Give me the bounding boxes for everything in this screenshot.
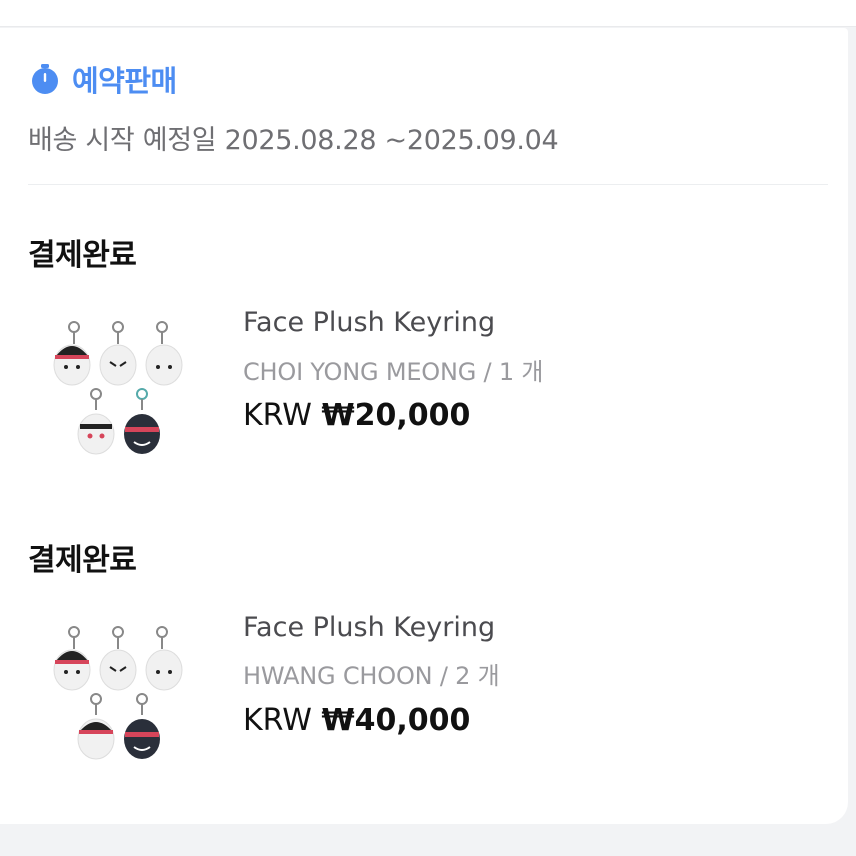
presale-label: 예약판매 [72,64,177,98]
product-name[interactable]: Face Plush Keyring [243,612,495,643]
price-amount: ₩20,000 [321,398,471,433]
order-status: 결제완료 [28,238,137,273]
product-name[interactable]: Face Plush Keyring [243,307,495,338]
price-currency: KRW [243,703,312,738]
presale-header: 예약판매 [28,58,177,100]
divider [28,184,828,185]
stopwatch-icon [32,64,58,94]
product-price: KRW ₩20,000 [243,398,470,433]
shipping-date-text: 배송 시작 예정일 2025.08.28 ~2025.09.04 [28,125,559,156]
product-price: KRW ₩40,000 [243,703,470,738]
price-amount: ₩40,000 [321,703,471,738]
plush-keyring-image[interactable] [44,318,194,468]
price-currency: KRW [243,398,312,433]
plush-keyring-image[interactable] [44,623,194,773]
top-strip [0,0,856,27]
product-option: CHOI YONG MEONG / 1 개 [243,358,544,386]
product-option: HWANG CHOON / 2 개 [243,662,500,690]
order-status: 결제완료 [28,543,137,578]
